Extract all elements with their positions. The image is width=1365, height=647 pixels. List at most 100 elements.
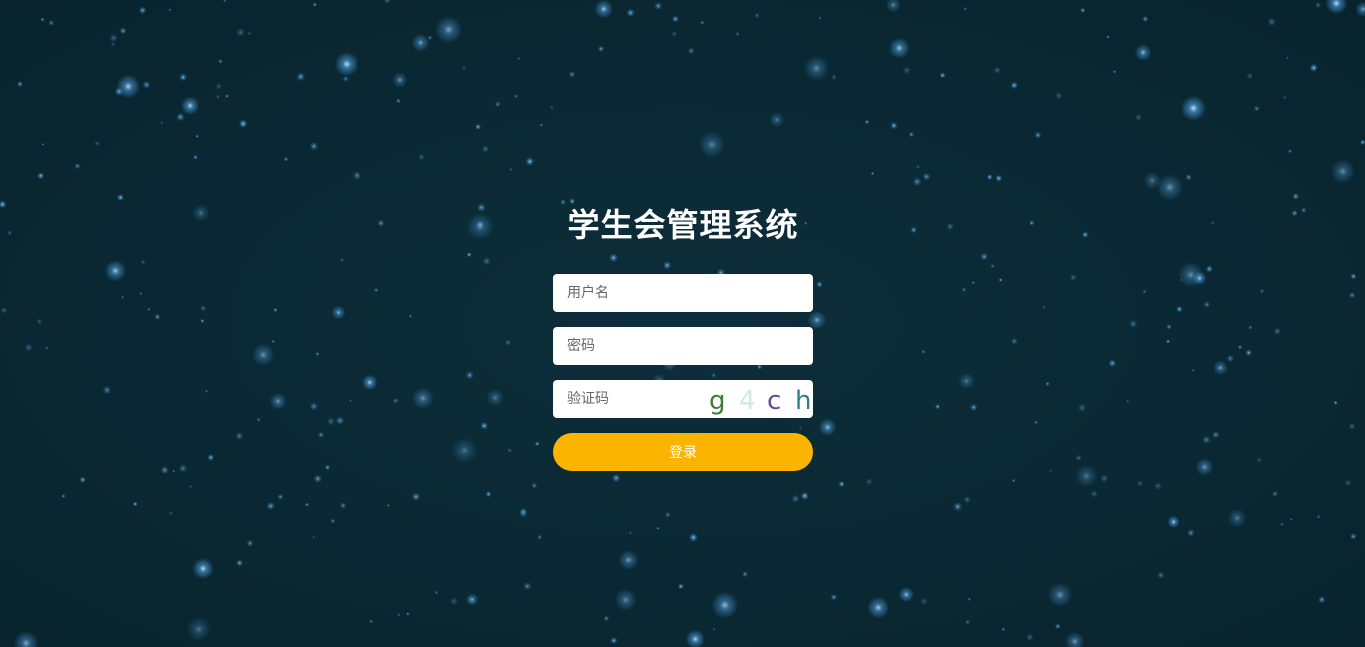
star (735, 32, 740, 36)
star (193, 154, 198, 160)
star (352, 171, 362, 180)
star (549, 105, 554, 110)
star (192, 557, 214, 580)
star (610, 636, 618, 645)
star (1237, 344, 1243, 350)
star (408, 314, 413, 318)
star (434, 590, 439, 595)
star (1259, 288, 1265, 294)
star (462, 65, 466, 70)
star (192, 204, 210, 222)
star (769, 112, 785, 128)
star (120, 295, 125, 300)
star (1033, 420, 1039, 425)
star (109, 33, 118, 43)
star (317, 431, 325, 438)
star (160, 466, 169, 475)
star (818, 16, 822, 20)
star (939, 72, 946, 79)
star (505, 339, 512, 346)
star (902, 66, 911, 75)
star (1054, 623, 1061, 630)
star (698, 131, 725, 158)
star (79, 476, 86, 483)
star (312, 535, 316, 540)
star (1001, 627, 1006, 631)
star (1065, 631, 1085, 647)
star (224, 93, 230, 99)
username-field-wrapper (553, 274, 813, 312)
star (711, 591, 739, 619)
star (313, 474, 322, 483)
star (1213, 360, 1228, 376)
star (1010, 81, 1018, 90)
star (1011, 337, 1018, 345)
star (246, 539, 254, 547)
star (16, 81, 23, 88)
star (1075, 464, 1098, 487)
star (965, 619, 971, 625)
star (94, 140, 101, 147)
star (958, 372, 975, 390)
star (963, 6, 968, 11)
star (1034, 131, 1042, 139)
star (256, 417, 261, 422)
star (480, 422, 489, 430)
star (916, 164, 921, 170)
star (1205, 265, 1213, 273)
star (509, 167, 514, 172)
star (1134, 113, 1143, 122)
captcha-image[interactable]: g 4 c h (691, 382, 811, 416)
star (465, 593, 479, 606)
star (523, 582, 532, 591)
star (334, 51, 359, 77)
star (1129, 319, 1138, 329)
star (1090, 490, 1098, 498)
star (330, 518, 336, 524)
star (168, 510, 174, 516)
star (671, 30, 678, 37)
username-input[interactable] (553, 274, 813, 312)
star (922, 172, 931, 181)
star (1350, 273, 1357, 280)
star (176, 112, 185, 122)
star (1126, 399, 1130, 403)
star (990, 263, 996, 269)
star (217, 58, 223, 64)
star (995, 174, 1003, 182)
star (1045, 381, 1050, 387)
star (339, 257, 345, 263)
star (531, 482, 538, 489)
star (405, 612, 410, 616)
star (236, 559, 244, 567)
star (1210, 220, 1215, 226)
star (1167, 515, 1180, 529)
star (485, 491, 492, 498)
star (0, 307, 8, 314)
star (481, 145, 490, 153)
star (800, 491, 809, 500)
star (315, 351, 320, 356)
star (204, 389, 208, 393)
star (238, 119, 248, 128)
star (910, 226, 917, 234)
star (369, 619, 374, 624)
star (867, 596, 890, 619)
star (0, 200, 7, 209)
star (24, 343, 33, 352)
star (1142, 289, 1147, 294)
login-button[interactable]: 登录 (553, 433, 813, 471)
star (326, 417, 336, 426)
star (475, 123, 481, 130)
star (678, 583, 684, 590)
star (1349, 533, 1357, 540)
star (963, 495, 971, 504)
star (700, 20, 705, 25)
star (304, 502, 310, 507)
star (339, 502, 347, 509)
star (1142, 15, 1149, 23)
star (898, 586, 914, 603)
star (986, 174, 993, 180)
password-input[interactable] (553, 327, 813, 365)
captcha-char: g (709, 386, 726, 416)
